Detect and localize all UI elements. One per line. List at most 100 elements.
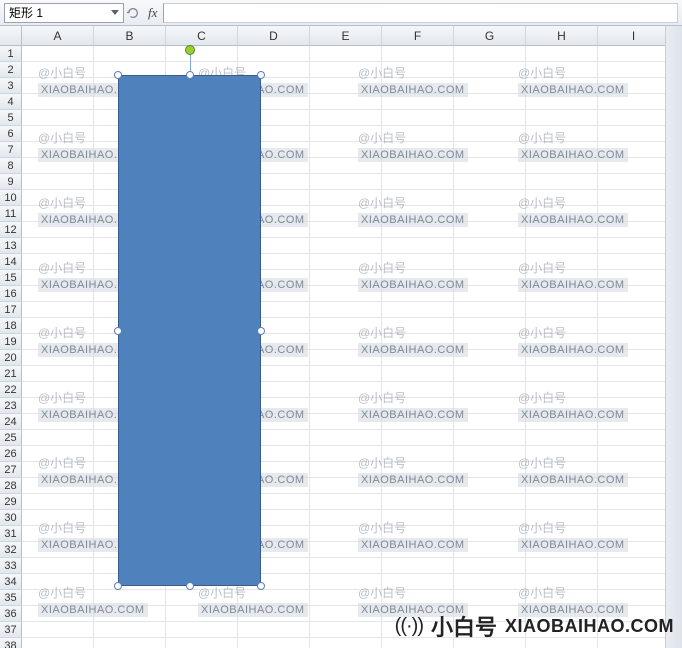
- cell[interactable]: [310, 366, 382, 382]
- cell[interactable]: [598, 398, 670, 414]
- cell[interactable]: [94, 638, 166, 648]
- row-header[interactable]: 19: [0, 334, 22, 350]
- cell[interactable]: [526, 398, 598, 414]
- cell[interactable]: [382, 174, 454, 190]
- cell[interactable]: [310, 590, 382, 606]
- cell[interactable]: [310, 158, 382, 174]
- cell[interactable]: [454, 334, 526, 350]
- cell[interactable]: [22, 94, 94, 110]
- cell[interactable]: [598, 222, 670, 238]
- cell[interactable]: [382, 446, 454, 462]
- cell[interactable]: [526, 254, 598, 270]
- cell[interactable]: [598, 254, 670, 270]
- cell[interactable]: [454, 558, 526, 574]
- cell[interactable]: [526, 110, 598, 126]
- cell[interactable]: [166, 46, 238, 62]
- cell[interactable]: [454, 590, 526, 606]
- cell[interactable]: [310, 462, 382, 478]
- cell[interactable]: [382, 206, 454, 222]
- cell[interactable]: [22, 158, 94, 174]
- cell[interactable]: [454, 222, 526, 238]
- cell[interactable]: [382, 382, 454, 398]
- cell[interactable]: [310, 638, 382, 648]
- row-header[interactable]: 22: [0, 382, 22, 398]
- cell[interactable]: [310, 414, 382, 430]
- cell[interactable]: [22, 318, 94, 334]
- cell[interactable]: [526, 382, 598, 398]
- cell[interactable]: [382, 190, 454, 206]
- cell[interactable]: [598, 574, 670, 590]
- cell[interactable]: [310, 206, 382, 222]
- row-header[interactable]: 10: [0, 190, 22, 206]
- row-header[interactable]: 16: [0, 286, 22, 302]
- cell[interactable]: [598, 238, 670, 254]
- cell[interactable]: [598, 190, 670, 206]
- cell[interactable]: [598, 510, 670, 526]
- cell[interactable]: [598, 270, 670, 286]
- cell[interactable]: [310, 430, 382, 446]
- cell[interactable]: [526, 174, 598, 190]
- cell[interactable]: [22, 446, 94, 462]
- resize-handle-ne[interactable]: [257, 71, 265, 79]
- cell[interactable]: [454, 190, 526, 206]
- row-header[interactable]: 3: [0, 78, 22, 94]
- cell[interactable]: [22, 398, 94, 414]
- row-header[interactable]: 12: [0, 222, 22, 238]
- cell[interactable]: [94, 606, 166, 622]
- row-header[interactable]: 14: [0, 254, 22, 270]
- cell[interactable]: [22, 270, 94, 286]
- cell[interactable]: [526, 334, 598, 350]
- cell[interactable]: [382, 254, 454, 270]
- row-header[interactable]: 35: [0, 590, 22, 606]
- cell[interactable]: [382, 142, 454, 158]
- cell[interactable]: [94, 622, 166, 638]
- cell[interactable]: [526, 590, 598, 606]
- cell[interactable]: [310, 110, 382, 126]
- cell[interactable]: [22, 46, 94, 62]
- shape-rectangle-selection[interactable]: [118, 75, 261, 586]
- cell[interactable]: [526, 478, 598, 494]
- cell[interactable]: [22, 350, 94, 366]
- cell[interactable]: [454, 174, 526, 190]
- cell[interactable]: [382, 510, 454, 526]
- cell[interactable]: [238, 622, 310, 638]
- cell[interactable]: [22, 414, 94, 430]
- cell[interactable]: [454, 478, 526, 494]
- cell[interactable]: [382, 366, 454, 382]
- cell[interactable]: [310, 398, 382, 414]
- cell[interactable]: [310, 46, 382, 62]
- row-header[interactable]: 1: [0, 46, 22, 62]
- row-header[interactable]: 34: [0, 574, 22, 590]
- resize-handle-se[interactable]: [257, 582, 265, 590]
- cell[interactable]: [526, 302, 598, 318]
- cell[interactable]: [526, 78, 598, 94]
- cell[interactable]: [598, 174, 670, 190]
- cell[interactable]: [22, 190, 94, 206]
- cell[interactable]: [454, 446, 526, 462]
- cell[interactable]: [454, 254, 526, 270]
- cell[interactable]: [382, 158, 454, 174]
- cell[interactable]: [22, 638, 94, 648]
- cell[interactable]: [22, 606, 94, 622]
- cell[interactable]: [310, 78, 382, 94]
- col-header[interactable]: F: [382, 26, 454, 45]
- cell[interactable]: [22, 526, 94, 542]
- cell[interactable]: [382, 494, 454, 510]
- cell[interactable]: [382, 110, 454, 126]
- row-header[interactable]: 26: [0, 446, 22, 462]
- row-header[interactable]: 36: [0, 606, 22, 622]
- cell[interactable]: [382, 238, 454, 254]
- col-header[interactable]: C: [166, 26, 238, 45]
- cell[interactable]: [382, 430, 454, 446]
- cell[interactable]: [22, 558, 94, 574]
- cell[interactable]: [454, 462, 526, 478]
- cell[interactable]: [382, 478, 454, 494]
- cell[interactable]: [454, 158, 526, 174]
- cell[interactable]: [454, 46, 526, 62]
- cell[interactable]: [454, 318, 526, 334]
- cell[interactable]: [598, 462, 670, 478]
- cell[interactable]: [598, 478, 670, 494]
- cell[interactable]: [382, 270, 454, 286]
- cell[interactable]: [310, 222, 382, 238]
- cell[interactable]: [526, 46, 598, 62]
